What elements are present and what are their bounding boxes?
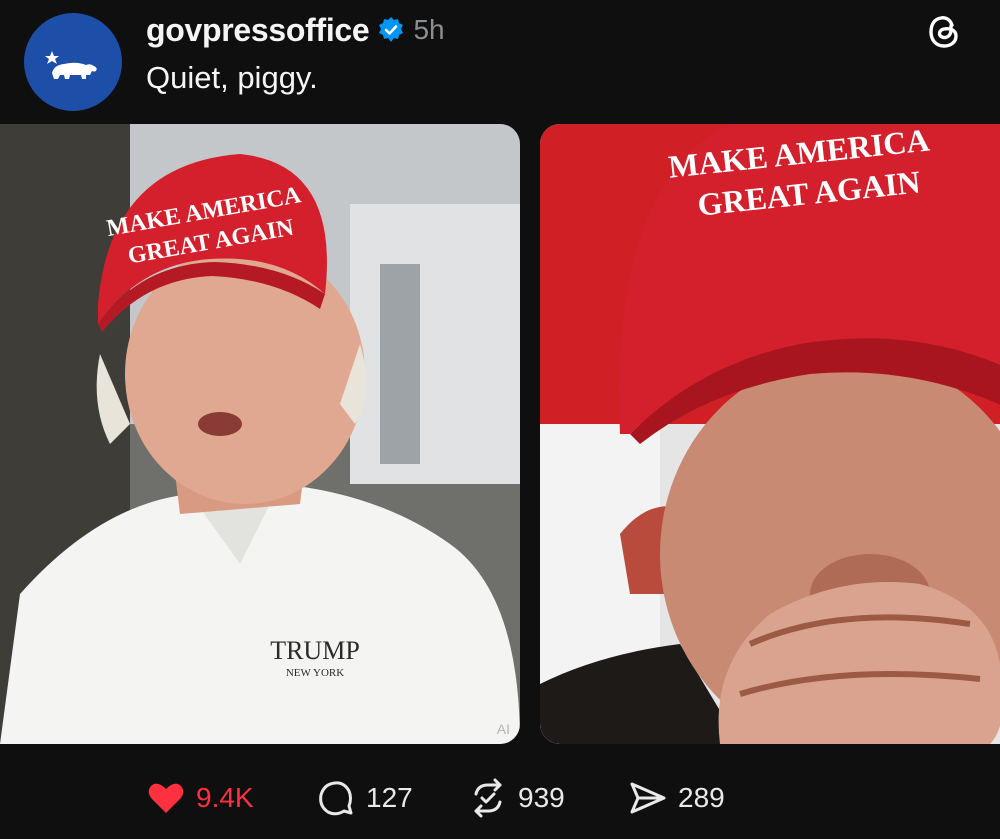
reply-button[interactable]: 127 xyxy=(316,770,413,826)
verified-badge-icon xyxy=(379,17,404,42)
repost-button[interactable]: 939 xyxy=(468,770,565,826)
post-image-right[interactable]: MAKE AMERICA GREAT AGAIN xyxy=(540,124,1000,744)
like-count: 9.4K xyxy=(196,782,254,813)
post-header: govpressoffice 5h xyxy=(146,8,445,52)
like-button[interactable]: 9.4K xyxy=(146,770,254,826)
reply-count: 127 xyxy=(366,782,413,813)
username-link[interactable]: govpressoffice xyxy=(146,12,370,49)
threads-logo-icon[interactable] xyxy=(925,13,963,51)
post-image-left[interactable]: MAKE AMERICA GREAT AGAIN TRUMP NEW YORK … xyxy=(0,124,520,744)
reply-bubble-icon xyxy=(319,781,353,816)
shirt-logo-subtext: NEW YORK xyxy=(286,667,344,679)
share-button[interactable]: 289 xyxy=(628,770,725,826)
timestamp: 5h xyxy=(413,14,445,45)
avatar[interactable] xyxy=(24,13,122,111)
share-count: 289 xyxy=(678,782,725,813)
shirt-logo-text: TRUMP xyxy=(270,636,360,665)
repost-count: 939 xyxy=(518,782,565,813)
heart-icon xyxy=(148,783,184,813)
repost-icon xyxy=(474,778,502,818)
post-text: Quiet, piggy. xyxy=(146,60,318,95)
post-actions: 9.4K 127 939 289 xyxy=(0,770,1000,826)
send-icon xyxy=(630,782,666,814)
ai-watermark: AI xyxy=(497,721,510,737)
california-bear-flag-icon xyxy=(45,51,97,79)
